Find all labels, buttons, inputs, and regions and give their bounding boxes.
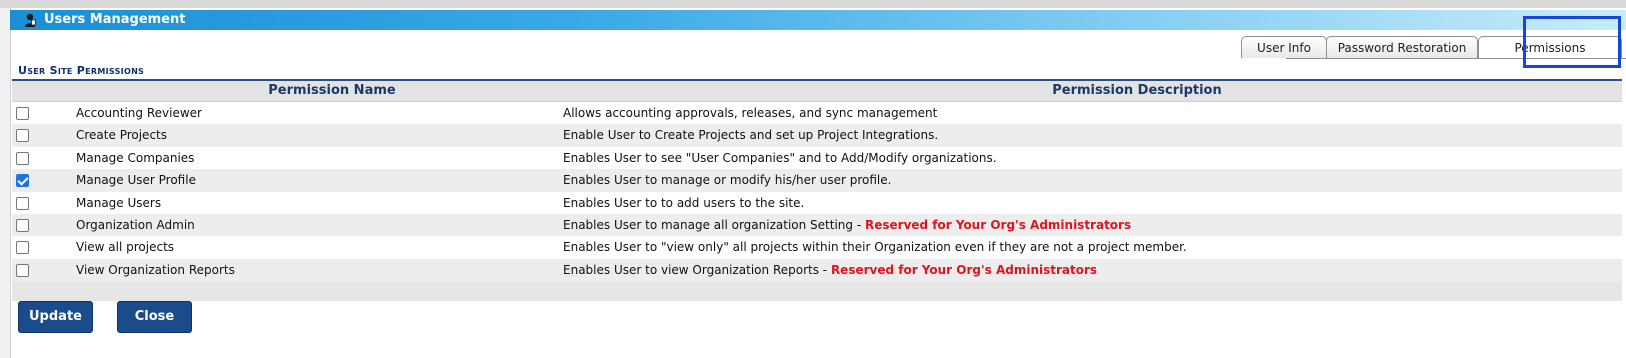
window-title: Users Management — [44, 12, 186, 27]
table-footer-row — [12, 281, 1622, 302]
tab-user-info[interactable]: User Info — [1241, 36, 1327, 58]
description-text: Enables User to manage or modify his/her… — [563, 173, 892, 188]
permission-checkbox[interactable] — [16, 241, 29, 255]
tabs-baseline — [1286, 58, 1626, 59]
tab-label: Permissions — [1514, 41, 1586, 55]
table-row: View all projects Enables User to "view … — [12, 236, 1622, 259]
left-edge — [0, 8, 11, 358]
permission-description: Enables User to to add users to the site… — [563, 192, 804, 214]
tab-permissions[interactable]: Permissions — [1478, 36, 1622, 58]
table-body: Accounting Reviewer Allows accounting ap… — [12, 102, 1622, 282]
table-row: Organization Admin Enables User to manag… — [12, 213, 1622, 237]
permission-name: Manage Companies — [76, 150, 195, 165]
table-row: Create Projects Enable User to Create Pr… — [12, 124, 1622, 147]
user-admin-icon — [25, 13, 36, 27]
permission-description: Enables User to manage or modify his/her… — [563, 169, 891, 191]
permission-name: Manage User Profile — [76, 173, 196, 188]
permission-name: Accounting Reviewer — [76, 106, 202, 120]
description-text: Enables User to see "User Companies" and… — [563, 150, 997, 165]
admin-warning: Reserved for Your Org's Administrators — [830, 262, 1098, 277]
column-header-permission-name: Permission Name — [268, 83, 396, 98]
description-text: Enables User to view Organization Report… — [563, 262, 831, 277]
tab-label: Password Restoration — [1337, 41, 1467, 55]
permission-name: Create Projects — [76, 128, 167, 143]
top-strip — [0, 0, 1626, 8]
permission-description: Enables User to see "User Companies" and… — [563, 147, 997, 169]
permission-checkbox[interactable] — [16, 196, 29, 210]
tab-label: User Info — [1257, 41, 1311, 55]
permission-checkbox[interactable] — [16, 174, 29, 188]
permission-name: Manage Users — [76, 195, 162, 210]
description-text: Enables User to manage all organization … — [563, 217, 865, 232]
permission-checkbox[interactable] — [16, 107, 29, 120]
permission-checkbox[interactable] — [16, 129, 29, 143]
table-row: Manage Users Enables User to to add user… — [12, 191, 1622, 214]
tab-password-restoration[interactable]: Password Restoration — [1326, 36, 1478, 58]
column-header-permission-description: Permission Description — [1052, 83, 1222, 98]
permission-name: Organization Admin — [76, 217, 195, 232]
permissions-table: Permission Name Permission Description A… — [12, 81, 1622, 302]
description-text: Allows accounting approvals, releases, a… — [563, 106, 938, 120]
table-header: Permission Name Permission Description — [12, 81, 1622, 102]
permission-description: Enables User to manage all organization … — [563, 214, 1131, 236]
permission-description: Enable User to Create Projects and set u… — [563, 124, 938, 146]
update-button[interactable]: Update — [18, 301, 93, 333]
description-text: Enables User to "view only" all projects… — [563, 240, 1187, 255]
table-row: Manage Companies Enables User to see "Us… — [12, 146, 1622, 170]
permission-description: Enables User to view Organization Report… — [563, 259, 1097, 281]
permission-checkbox[interactable] — [16, 218, 29, 232]
table-row: Accounting Reviewer Allows accounting ap… — [12, 102, 1622, 125]
window-titlebar: Users Management — [10, 10, 1626, 30]
permission-description: Allows accounting approvals, releases, a… — [563, 102, 937, 124]
table-row: View Organization Reports Enables User t… — [12, 258, 1622, 282]
permission-description: Enables User to "view only" all projects… — [563, 236, 1187, 258]
permission-name: View Organization Reports — [76, 262, 235, 277]
permission-name: View all projects — [76, 240, 175, 255]
permission-checkbox[interactable] — [16, 151, 29, 165]
permission-checkbox[interactable] — [16, 263, 29, 277]
section-title: User Site Permissions — [18, 64, 145, 77]
close-button[interactable]: Close — [117, 301, 192, 333]
description-text: Enables User to to add users to the site… — [563, 195, 805, 210]
table-row: Manage User Profile Enables User to mana… — [12, 169, 1622, 192]
admin-warning: Reserved for Your Org's Administrators — [864, 217, 1132, 232]
description-text: Enable User to Create Projects and set u… — [563, 128, 939, 143]
